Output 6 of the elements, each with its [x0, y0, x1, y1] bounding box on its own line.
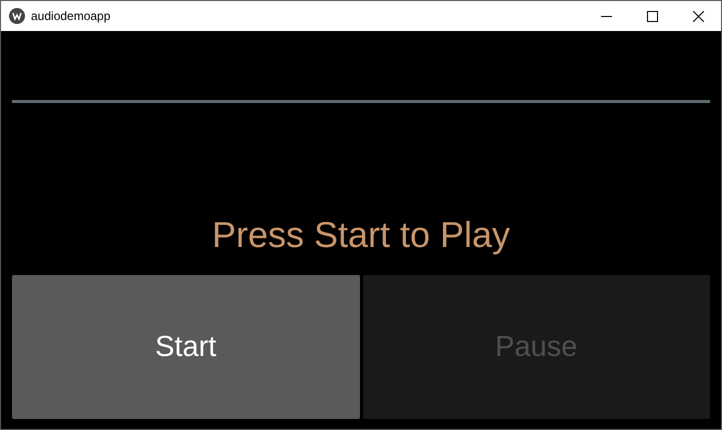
- status-message: Press Start to Play: [210, 213, 512, 257]
- start-button[interactable]: Start: [12, 275, 360, 419]
- close-icon[interactable]: [692, 10, 704, 22]
- window-title: audiodemoapp: [31, 9, 112, 23]
- app-logo-icon: [9, 8, 25, 24]
- maximize-icon[interactable]: [646, 10, 658, 22]
